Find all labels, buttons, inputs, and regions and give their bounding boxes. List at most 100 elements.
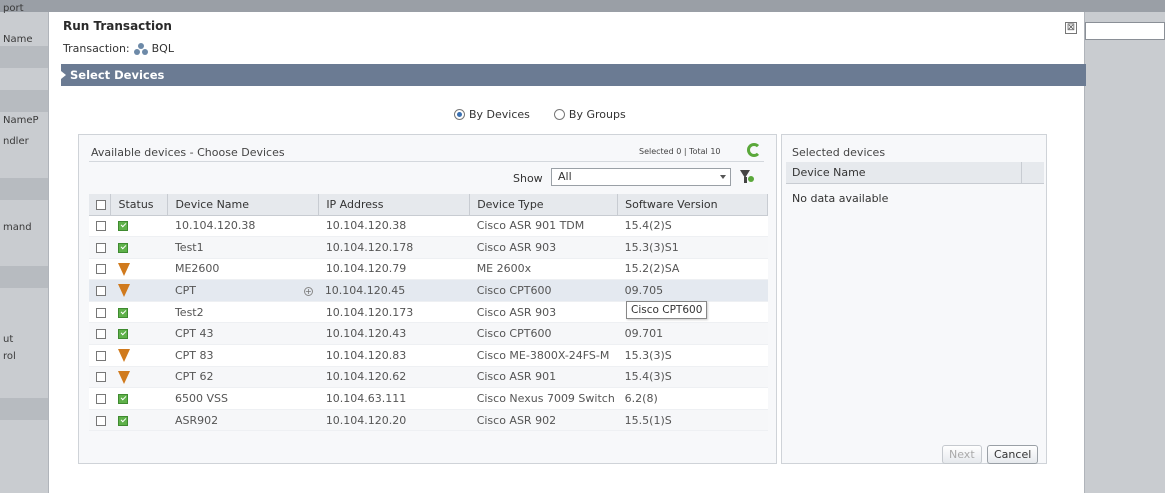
table-row[interactable]: CPT 62 10.104.120.62 Cisco ASR 901 15.4(3)S	[89, 366, 768, 389]
table-row[interactable]: 6500 VSS 10.104.63.111 Cisco Nexus 7009 Sw…	[89, 387, 768, 410]
background-label: Name	[3, 34, 33, 45]
row-checkbox[interactable]	[96, 372, 106, 383]
selected-devices-title: Selected devices	[792, 146, 886, 159]
divider	[89, 161, 764, 162]
ip-address-cell: 10.104.120.178	[318, 236, 470, 259]
row-checkbox[interactable]	[96, 264, 106, 275]
selection-count: Selected 0 | Total 10	[639, 147, 721, 156]
ip-address-cell: 10.104.120.38	[318, 215, 470, 238]
table-row[interactable]: 10.104.120.38 10.104.120.38 Cisco ASR 901 …	[89, 215, 768, 238]
row-select-cell	[89, 258, 111, 281]
show-label: Show	[513, 172, 543, 185]
select-all-checkbox[interactable]	[96, 199, 106, 210]
column-header-device-name[interactable]: Device Name	[167, 194, 320, 216]
status-ok-icon	[117, 307, 128, 318]
empty-message: No data available	[792, 192, 889, 205]
filter-icon[interactable]	[740, 169, 754, 184]
device-type-cell: Cisco CPT600	[469, 322, 618, 346]
radio-selected-icon	[454, 109, 465, 120]
by-devices-radio[interactable]: By Devices	[454, 108, 530, 121]
status-warning-icon	[117, 262, 130, 276]
radio-unselected-icon	[553, 109, 565, 120]
column-header-status[interactable]: Status	[110, 194, 169, 216]
background-label: ut	[3, 334, 14, 345]
chevron-down-icon	[720, 175, 726, 179]
background-label: mand	[3, 222, 32, 233]
ip-address-cell: 10.104.120.79	[318, 258, 470, 281]
row-select-cell	[89, 301, 111, 324]
transaction-name: BQL	[151, 42, 174, 55]
row-select-cell	[89, 236, 111, 259]
by-groups-radio[interactable]: By Groups	[553, 108, 626, 121]
expand-icon[interactable]: +	[303, 286, 313, 296]
table-row[interactable]: CPT 83 10.104.120.83 Cisco ME-3800X-24FS-M…	[89, 344, 768, 367]
background-label: NameP	[3, 115, 39, 126]
background-top-bar	[0, 0, 1165, 12]
ip-address-cell: 10.104.120.20	[318, 409, 470, 432]
row-checkbox[interactable]	[96, 394, 106, 405]
device-name-cell: Test1	[167, 236, 319, 259]
section-header: Select Devices	[61, 64, 1086, 86]
background-label: rol	[3, 351, 16, 362]
device-name-cell: ME2600	[167, 258, 319, 281]
software-version-cell: 15.3(3)S1	[617, 236, 768, 259]
table-row[interactable]: Test1 10.104.120.178 Cisco ASR 903 15.3(3)S…	[89, 236, 768, 259]
next-button[interactable]: Next	[942, 445, 982, 464]
background-input	[1085, 22, 1165, 40]
selected-devices-panel: Selected devices Device Name No data ava…	[781, 134, 1047, 464]
ip-address-cell: 10.104.120.62	[318, 366, 470, 389]
row-checkbox[interactable]	[96, 329, 106, 340]
ip-address-text: 10.104.120.45	[324, 284, 406, 298]
dialog-title: Run Transaction	[63, 19, 172, 33]
device-name-cell: CPT 62	[167, 366, 319, 389]
status-cell	[110, 258, 168, 281]
cancel-button[interactable]: Cancel	[987, 445, 1039, 464]
table-row[interactable]: CPT +10.104.120.45 Cisco CPT600 09.705	[89, 279, 768, 302]
software-version-cell: 09.701	[617, 322, 768, 346]
row-checkbox[interactable]	[96, 242, 106, 253]
close-icon[interactable]: ⊠	[1065, 22, 1077, 34]
show-filter-value: All	[558, 170, 572, 183]
status-ok-icon	[117, 415, 128, 426]
background-left-pane	[0, 12, 48, 493]
device-name-cell: CPT 43	[167, 322, 319, 346]
table-row[interactable]: ME2600 10.104.120.79 ME 2600x 15.2(2)SA	[89, 258, 768, 281]
row-select-cell	[89, 322, 111, 346]
status-cell	[110, 236, 168, 259]
column-header-ip-address[interactable]: IP Address	[318, 194, 471, 216]
refresh-icon[interactable]	[747, 143, 761, 157]
status-cell	[110, 215, 168, 238]
available-devices-panel: Available devices - Choose Devices Selec…	[78, 134, 777, 464]
row-select-cell	[89, 279, 111, 302]
row-checkbox[interactable]	[96, 307, 106, 318]
device-type-cell: Cisco ASR 903	[469, 301, 618, 324]
row-checkbox[interactable]	[96, 415, 106, 426]
column-header-software-version[interactable]: Software Version	[617, 194, 768, 216]
status-cell	[110, 301, 168, 324]
table-row[interactable]: ASR902 10.104.120.20 Cisco ASR 902 15.5(1)S	[89, 409, 768, 432]
software-version-cell: 09.705	[617, 279, 768, 302]
device-type-cell: Cisco CPT600	[469, 279, 618, 302]
ip-address-cell: 10.104.120.43	[318, 322, 470, 346]
transaction-icon	[133, 42, 148, 55]
status-warning-icon	[117, 370, 130, 384]
transaction-line: Transaction: BQL	[63, 42, 174, 55]
ip-address-text: 10.104.120.38	[325, 219, 407, 233]
column-header-device-name[interactable]: Device Name	[792, 166, 866, 179]
row-checkbox[interactable]	[96, 350, 106, 361]
device-type-cell: Cisco ASR 902	[469, 409, 618, 432]
table-row[interactable]: CPT 43 10.104.120.43 Cisco CPT600 09.701	[89, 322, 768, 346]
software-version-cell: 15.5(1)S	[617, 409, 768, 432]
row-checkbox[interactable]	[96, 286, 106, 297]
ip-address-text: 10.104.120.20	[325, 413, 407, 427]
software-version-cell: 15.3(3)S	[617, 344, 768, 367]
row-select-cell	[89, 215, 111, 238]
available-devices-title: Available devices - Choose Devices	[91, 146, 285, 159]
row-checkbox[interactable]	[96, 221, 106, 232]
show-filter-select[interactable]: All	[551, 168, 731, 186]
status-cell	[110, 279, 168, 302]
status-warning-icon	[117, 349, 130, 363]
table-header-row: Status Device Name IP Address Device Typ…	[89, 194, 768, 216]
column-header-device-type[interactable]: Device Type	[469, 194, 619, 216]
status-cell	[110, 344, 168, 367]
